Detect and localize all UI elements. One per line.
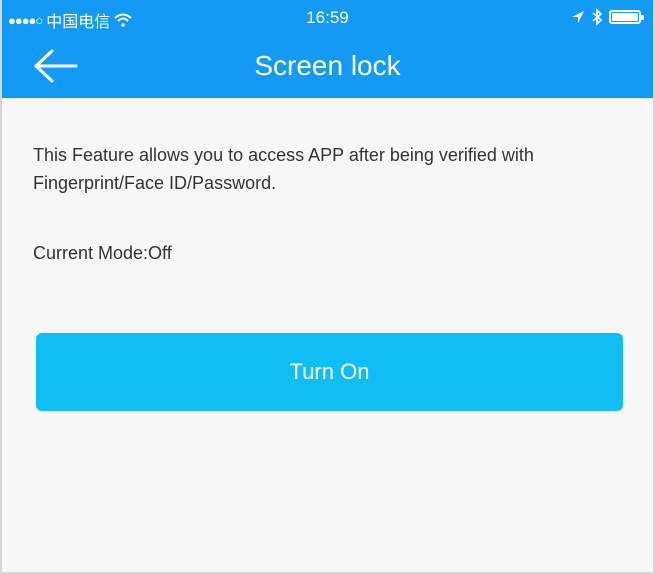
current-mode-label: Current Mode:Off <box>33 243 172 263</box>
bluetooth-icon <box>592 8 603 26</box>
nav-bar: Screen lock <box>2 36 653 98</box>
feature-description: This Feature allows you to access APP af… <box>33 145 534 193</box>
turn-on-button-label: Turn On <box>289 359 370 384</box>
status-time: 16:59 <box>306 8 349 27</box>
status-right <box>571 8 644 26</box>
content-area: This Feature allows you to access APP af… <box>2 98 653 572</box>
status-bar: ●●●●○ 中国电信 16:59 <box>2 0 653 36</box>
location-arrow-icon <box>572 11 584 23</box>
battery-fill <box>612 13 638 21</box>
page-title: Screen lock <box>254 50 401 81</box>
turn-on-button[interactable]: Turn On <box>36 333 623 411</box>
top-bar: ●●●●○ 中国电信 16:59 Screen lock <box>2 0 653 98</box>
battery-icon <box>609 10 644 24</box>
phone-screen: ●●●●○ 中国电信 16:59 Screen lock This Featur… <box>0 0 655 574</box>
